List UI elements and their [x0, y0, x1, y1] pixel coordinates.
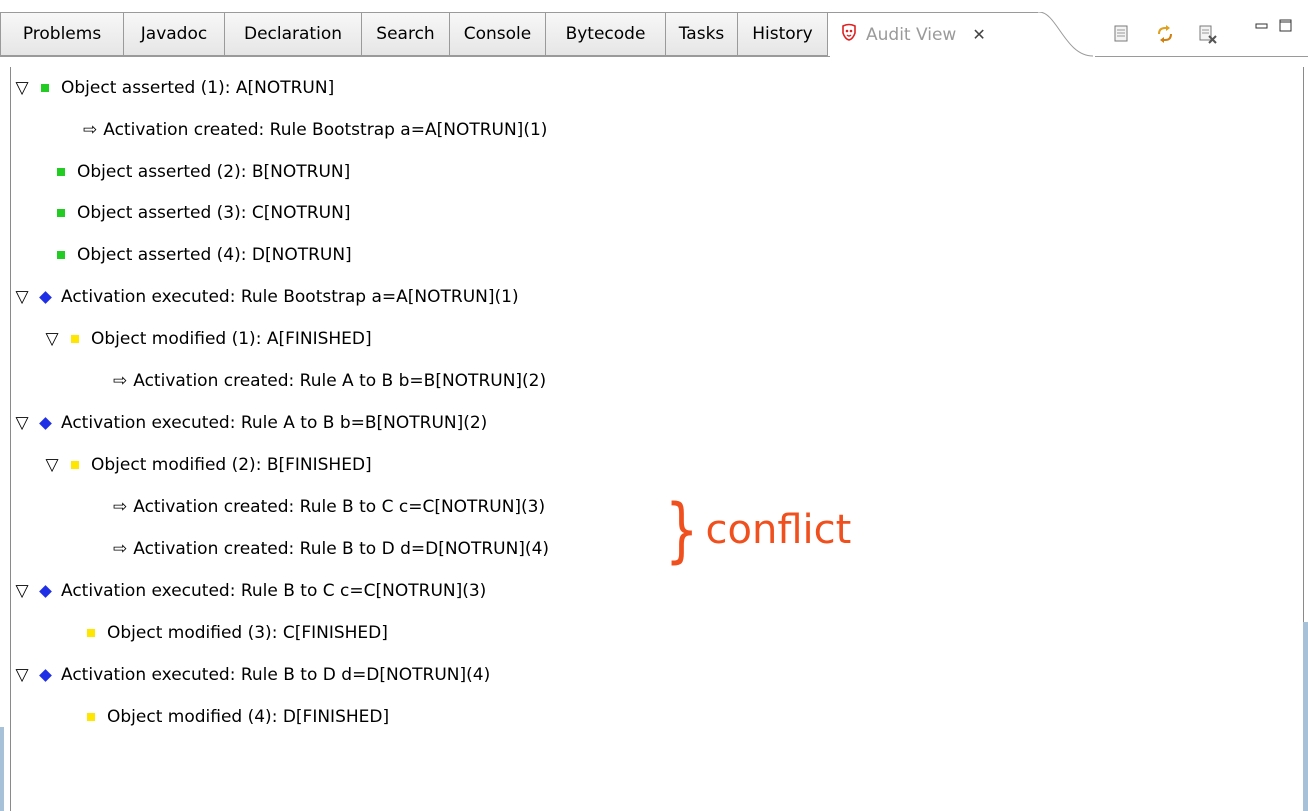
tree-item[interactable]: Object asserted (4): D[NOTRUN]	[57, 240, 352, 270]
activation-created-icon: ⇨	[83, 120, 98, 140]
tree-item-label: Activation executed: Rule Bootstrap a=A[…	[61, 287, 519, 307]
tree-item-label: Object modified (3): C[FINISHED]	[107, 623, 388, 643]
tree-item-label: Activation executed: Rule B to D d=D[NOT…	[61, 665, 491, 685]
activation-created-icon: ⇨	[113, 371, 128, 391]
tree-item-label: Activation created: Rule A to B b=B[NOTR…	[133, 371, 547, 391]
tree-item-label: Object modified (4): D[FINISHED]	[107, 707, 390, 727]
tab-label: Search	[376, 24, 435, 44]
expand-icon[interactable]: ▽	[11, 413, 33, 433]
tab-label: Bytecode	[565, 24, 646, 44]
expand-icon[interactable]: ▽	[11, 581, 33, 601]
activation-executed-icon	[38, 290, 52, 304]
tab-problems[interactable]: Problems	[0, 12, 124, 56]
expand-icon[interactable]: ▽	[41, 455, 63, 475]
activation-executed-icon	[38, 416, 52, 430]
object-asserted-icon	[57, 209, 65, 217]
tree-item-label: Object asserted (1): A[NOTRUN]	[61, 78, 335, 98]
tree-item[interactable]: ▽ Object asserted (1): A[NOTRUN]	[11, 73, 334, 103]
tab-label: Tasks	[678, 24, 725, 44]
conflict-annotation: } conflict	[665, 485, 851, 575]
view-tab-bar: Problems Javadoc Declaration Search Cons…	[0, 0, 1308, 67]
activation-created-icon: ⇨	[113, 497, 128, 517]
audit-tree: ▽ Object asserted (1): A[NOTRUN] ⇨ Activ…	[10, 67, 1304, 811]
activation-executed-icon	[38, 668, 52, 682]
tab-javadoc[interactable]: Javadoc	[124, 12, 225, 56]
tree-item[interactable]: ▽ Object modified (1): A[FINISHED]	[41, 324, 372, 354]
tab-label: History	[752, 24, 813, 44]
tree-item[interactable]: Object modified (4): D[FINISHED]	[87, 702, 389, 732]
tree-item-label: Activation created: Rule B to D d=D[NOTR…	[133, 539, 550, 559]
tree-item[interactable]: ▽ Activation executed: Rule A to B b=B[N…	[11, 408, 487, 438]
tree-item-label: Object asserted (4): D[NOTRUN]	[77, 245, 352, 265]
tab-label: Audit View	[866, 24, 957, 45]
tab-search[interactable]: Search	[362, 12, 450, 56]
open-log-icon[interactable]	[1112, 24, 1132, 44]
tab-label: Console	[463, 24, 532, 44]
object-modified-icon	[71, 335, 79, 343]
expand-icon[interactable]: ▽	[11, 665, 33, 685]
right-edge-bar	[1303, 622, 1308, 811]
tree-item[interactable]: ⇨ Activation created: Rule A to B b=B[NO…	[113, 366, 546, 396]
expand-icon[interactable]: ▽	[11, 78, 33, 98]
left-edge-bar	[0, 727, 4, 811]
object-asserted-icon	[41, 84, 49, 92]
tab-history[interactable]: History	[738, 12, 828, 56]
tree-item-label: Object asserted (3): C[NOTRUN]	[77, 203, 351, 223]
tab-underline	[0, 56, 830, 57]
expand-icon[interactable]: ▽	[11, 287, 33, 307]
activation-executed-icon	[38, 584, 52, 598]
tab-console[interactable]: Console	[450, 12, 546, 56]
minimize-icon[interactable]	[1254, 18, 1270, 34]
object-modified-icon	[71, 461, 79, 469]
tab-label: Declaration	[243, 24, 342, 44]
tab-label: Javadoc	[140, 24, 208, 44]
tab-audit-view[interactable]: Audit View ✕	[828, 12, 1038, 56]
tree-item-label: Activation executed: Rule A to B b=B[NOT…	[61, 413, 488, 433]
close-icon[interactable]: ✕	[972, 25, 985, 44]
refresh-icon[interactable]	[1155, 24, 1175, 44]
tree-item[interactable]: ⇨ Activation created: Rule B to C c=C[NO…	[113, 492, 545, 522]
tab-tasks[interactable]: Tasks	[666, 12, 738, 56]
object-asserted-icon	[57, 168, 65, 176]
tree-item[interactable]: ⇨ Activation created: Rule Bootstrap a=A…	[83, 115, 547, 145]
tree-item-label: Activation created: Rule B to C c=C[NOTR…	[133, 497, 546, 517]
tree-item[interactable]: Object asserted (2): B[NOTRUN]	[57, 157, 350, 187]
audit-icon	[840, 23, 858, 46]
tree-item[interactable]: ▽ Activation executed: Rule B to C c=C[N…	[11, 576, 486, 606]
tree-item-label: Activation created: Rule Bootstrap a=A[N…	[103, 120, 548, 140]
tree-item[interactable]: ▽ Object modified (2): B[FINISHED]	[41, 450, 372, 480]
conflict-label: conflict	[705, 507, 852, 553]
conflict-brace: }	[665, 489, 699, 571]
object-modified-icon	[87, 713, 95, 721]
tree-item-label: Object modified (2): B[FINISHED]	[91, 455, 372, 475]
tree-item-label: Activation executed: Rule B to C c=C[NOT…	[61, 581, 487, 601]
activation-created-icon: ⇨	[113, 539, 128, 559]
tree-item[interactable]: ⇨ Activation created: Rule B to D d=D[NO…	[113, 534, 549, 564]
tree-item[interactable]: Object modified (3): C[FINISHED]	[87, 618, 388, 648]
tab-declaration[interactable]: Declaration	[225, 12, 362, 56]
tree-item[interactable]: ▽ Activation executed: Rule Bootstrap a=…	[11, 282, 519, 312]
tab-underline	[1095, 56, 1308, 57]
tree-item[interactable]: Object asserted (3): C[NOTRUN]	[57, 198, 350, 228]
tab-curve	[1035, 12, 1094, 57]
expand-icon[interactable]: ▽	[41, 329, 63, 349]
object-modified-icon	[87, 629, 95, 637]
object-asserted-icon	[57, 251, 65, 259]
tab-bytecode[interactable]: Bytecode	[546, 12, 666, 56]
tree-item[interactable]: ▽ Activation executed: Rule B to D d=D[N…	[11, 660, 490, 690]
tree-item-label: Object modified (1): A[FINISHED]	[91, 329, 372, 349]
maximize-icon[interactable]	[1278, 18, 1294, 34]
tree-item-label: Object asserted (2): B[NOTRUN]	[77, 162, 351, 182]
clear-log-icon[interactable]	[1198, 24, 1218, 44]
tab-label: Problems	[22, 24, 102, 44]
